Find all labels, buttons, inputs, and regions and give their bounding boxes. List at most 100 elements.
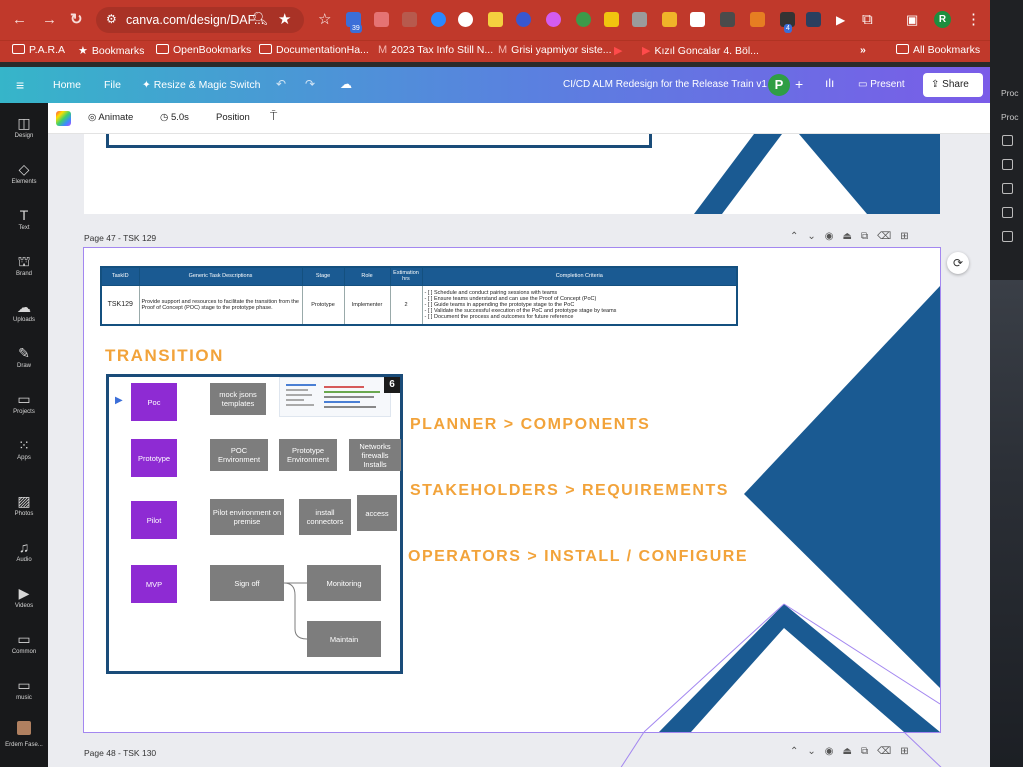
regenerate-icon[interactable]: ⟳ (947, 252, 969, 274)
extension-icon[interactable] (662, 12, 677, 27)
sidebar-item-brand[interactable]: ⛫ Brand (0, 253, 48, 277)
extension-icon[interactable] (516, 12, 531, 27)
flow-box-install-connectors[interactable]: install connectors (299, 499, 351, 535)
cloud-save-icon[interactable]: ☁ (340, 77, 352, 91)
flow-step-prototype[interactable]: Prototype (131, 439, 177, 477)
flow-box-sign-off[interactable]: Sign off (210, 565, 284, 601)
extension-icon[interactable] (374, 12, 389, 27)
bookmark-item[interactable]: OpenBookmarks (156, 44, 251, 56)
duration-button[interactable]: ◷ 5.0s (160, 112, 189, 123)
bookmark-item[interactable]: M 2023 Tax Info Still N... (378, 44, 493, 56)
sidebar-item-photos[interactable]: ▨ Photos (0, 493, 48, 517)
delete-icon[interactable]: ⌫ (877, 231, 900, 242)
reload-icon[interactable]: ↻ (70, 11, 83, 29)
bookmarks-overflow[interactable]: » (860, 44, 866, 56)
chevron-up-icon[interactable]: ⌃ (790, 231, 807, 242)
checkbox[interactable] (1002, 207, 1013, 218)
task-table[interactable]: TaskID Generic Task Descriptions Stage R… (100, 266, 738, 326)
bookmark-item[interactable]: ★ Bookmarks (78, 44, 144, 57)
hide-icon[interactable]: ◉ (825, 231, 843, 242)
bookmark-item[interactable]: M Grisi yapmiyor siste... (498, 44, 612, 56)
sidebar-item-uploads[interactable]: ☁ Uploads (0, 299, 48, 323)
extension-icon[interactable] (402, 12, 417, 27)
add-page-icon[interactable]: ⊞ (900, 231, 917, 242)
star-icon[interactable]: ☆ (318, 11, 331, 29)
checkbox[interactable] (1002, 159, 1013, 170)
resize-magic-button[interactable]: ✦ Resize & Magic Switch (142, 79, 261, 91)
flow-step-poc[interactable]: Poc (131, 383, 177, 421)
extensions-puzzle-icon[interactable]: ⧉ (862, 11, 873, 29)
bookmark-star-icon[interactable]: ★ (278, 10, 291, 28)
file-button[interactable]: File (104, 79, 121, 91)
collaborator-avatar[interactable]: P (768, 74, 790, 96)
animate-button[interactable]: ◎ Animate (88, 112, 133, 123)
extension-icon[interactable] (604, 12, 619, 27)
extension-icon[interactable] (690, 12, 705, 27)
forward-icon[interactable]: → (42, 11, 57, 29)
sidebar-item-videos[interactable]: ▶ Videos (0, 585, 48, 609)
sidebar-item-text[interactable]: T Text (0, 207, 48, 231)
transition-flow-diagram[interactable]: 6 ▶ Poc mock jsons templates Prototype P… (106, 374, 403, 674)
checkbox[interactable] (1002, 231, 1013, 242)
extension-icon[interactable] (458, 12, 473, 27)
browser-menu-icon[interactable]: ⋮ (966, 11, 981, 29)
bookmark-item[interactable]: ▶ Kızıl Goncalar 4. Böl... (642, 44, 759, 57)
color-swatch[interactable] (56, 111, 71, 126)
share-button[interactable]: ⇪ Share (923, 73, 983, 97)
side-panel-icon[interactable]: ▣ (906, 11, 918, 29)
extension-icon[interactable] (546, 12, 561, 27)
insights-icon[interactable]: ılı (825, 76, 834, 90)
all-bookmarks[interactable]: All Bookmarks (896, 44, 980, 56)
flow-step-mvp[interactable]: MVP (131, 565, 177, 603)
media-play-icon[interactable]: ▶ (836, 11, 845, 29)
redo-icon[interactable]: ↷ (305, 77, 315, 91)
sidebar-item-common[interactable]: ▭ Common (0, 631, 48, 655)
checkbox[interactable] (1002, 135, 1013, 146)
bookmark-item[interactable]: P.A.R.A (12, 44, 65, 56)
extension-icon[interactable] (576, 12, 591, 27)
bookmark-item[interactable]: ▶ (614, 44, 626, 57)
sidebar-item-profile[interactable]: Erdem Fase... (0, 721, 48, 748)
document-title[interactable]: CI/CD ALM Redesign for the Release Train… (563, 79, 767, 90)
bookmark-item[interactable]: DocumentationHa... (259, 44, 369, 56)
sidebar-item-design[interactable]: ◫ Design (0, 115, 48, 139)
site-info-icon[interactable]: ⚙ (106, 12, 117, 26)
flow-box-access[interactable]: access (357, 495, 397, 531)
position-button[interactable]: Position (216, 112, 250, 123)
sidebar-item-projects[interactable]: ▭ Projects (0, 391, 48, 415)
sidebar-item-draw[interactable]: ✎ Draw (0, 345, 48, 369)
back-icon[interactable]: ← (12, 11, 27, 29)
flow-box-poc-env[interactable]: POC Environment (210, 439, 268, 471)
home-button[interactable]: Home (53, 79, 81, 91)
sidebar-item-audio[interactable]: ♫ Audio (0, 539, 48, 563)
flow-step-pilot[interactable]: Pilot (131, 501, 177, 539)
sidebar-item-music[interactable]: ▭ music (0, 677, 48, 701)
address-bar[interactable]: ⚙ canva.com/design/DAF... 🔍︎ ★ (96, 7, 304, 33)
present-button[interactable]: ▭ Present (850, 74, 916, 96)
extension-icon[interactable] (632, 12, 647, 27)
editor-canvas[interactable]: Page 47 - TSK 129 ⌃⌄◉⏏⧉⌫⊞ TaskID Generic… (48, 134, 990, 767)
sidebar-item-apps[interactable]: ⁙ Apps (0, 437, 48, 461)
extension-icon[interactable] (431, 12, 446, 27)
extension-icon[interactable] (750, 12, 765, 27)
chevron-down-icon[interactable]: ⌄ (807, 231, 824, 242)
checkbox[interactable] (1002, 183, 1013, 194)
page-preview-previous[interactable] (84, 134, 940, 214)
lock-icon[interactable]: ⏏ (843, 231, 861, 242)
paint-roller-icon[interactable]: ⍑ (270, 109, 277, 124)
sidebar-item-elements[interactable]: ◇ Elements (0, 161, 48, 185)
flow-box-networks[interactable]: Networks firewalls Installs (349, 439, 401, 471)
steam-icon[interactable] (806, 12, 821, 27)
menu-icon[interactable]: ≡ (16, 77, 24, 93)
add-collaborator-icon[interactable]: + (795, 76, 803, 92)
flow-box-pilot-env[interactable]: Pilot environment on premise (210, 499, 284, 535)
slide-page-47[interactable]: TaskID Generic Task Descriptions Stage R… (83, 247, 941, 733)
extension-icon[interactable] (720, 12, 735, 27)
extension-icon[interactable] (488, 12, 503, 27)
profile-avatar[interactable]: R (934, 11, 951, 28)
undo-icon[interactable]: ↶ (276, 77, 286, 91)
flow-box-proto-env[interactable]: Prototype Environment (279, 439, 337, 471)
flow-box-monitoring[interactable]: Monitoring (307, 565, 381, 601)
zoom-icon[interactable]: 🔍︎ (252, 11, 269, 27)
flow-box-mock[interactable]: mock jsons templates (210, 383, 266, 415)
